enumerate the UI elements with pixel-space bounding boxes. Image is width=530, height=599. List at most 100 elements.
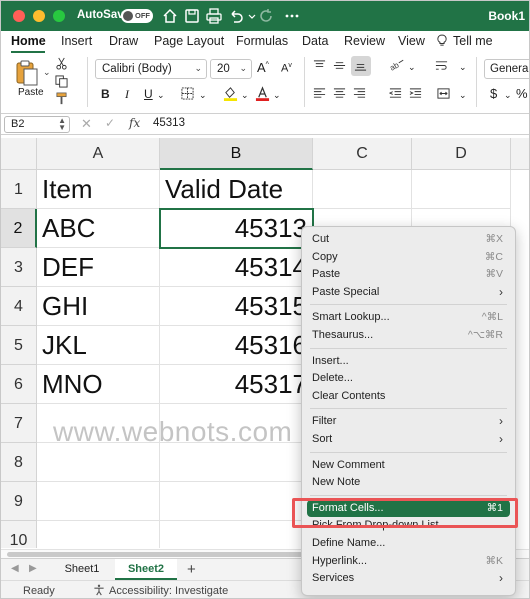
- column-header-a[interactable]: A: [37, 138, 160, 170]
- autosave-toggle[interactable]: OFF: [121, 9, 153, 23]
- menu-item-insert[interactable]: Insert...: [302, 353, 515, 371]
- menu-item-paste-special[interactable]: Paste Special ›: [302, 284, 515, 302]
- column-header-e[interactable]: [511, 138, 529, 170]
- tab-view[interactable]: View: [398, 34, 425, 48]
- currency-button[interactable]: $: [490, 86, 497, 101]
- status-accessibility[interactable]: Accessibility: Investigate: [109, 585, 228, 597]
- zoom-window-button[interactable]: [53, 10, 65, 22]
- menu-item-smart-lookup[interactable]: Smart Lookup... ^⌘L: [302, 309, 515, 327]
- cell-b1[interactable]: Valid Date: [160, 170, 313, 209]
- column-header-b[interactable]: B: [160, 138, 313, 170]
- row-header-1[interactable]: 1: [1, 170, 37, 209]
- align-top-icon[interactable]: [313, 59, 327, 73]
- cell-b10[interactable]: [160, 521, 313, 548]
- italic-button[interactable]: I: [125, 87, 129, 102]
- row-header-5[interactable]: 5: [1, 326, 37, 365]
- underline-button[interactable]: U: [144, 87, 153, 101]
- cell-b5[interactable]: 45316: [160, 326, 313, 365]
- column-header-c[interactable]: C: [313, 138, 412, 170]
- scrollbar-thumb[interactable]: [7, 552, 307, 557]
- accessibility-icon[interactable]: [93, 584, 106, 597]
- increase-indent-icon[interactable]: [409, 87, 423, 101]
- cell-b6[interactable]: 45317: [160, 365, 313, 404]
- wrap-text-icon[interactable]: [435, 59, 449, 73]
- undo-dropdown-icon[interactable]: [243, 7, 256, 25]
- font-size-select[interactable]: 20 ⌄: [210, 59, 252, 79]
- row-header-4[interactable]: 4: [1, 287, 37, 326]
- menu-item-clear-contents[interactable]: Clear Contents: [302, 388, 515, 406]
- cell-b8[interactable]: [160, 443, 313, 482]
- tab-home[interactable]: Home: [11, 34, 46, 48]
- increase-font-size-icon[interactable]: A^: [257, 60, 269, 75]
- align-right-icon[interactable]: [353, 87, 367, 101]
- fill-color-dropdown-icon[interactable]: ⌄: [241, 90, 249, 101]
- row-header-6[interactable]: 6: [1, 365, 37, 404]
- tab-insert[interactable]: Insert: [61, 34, 92, 48]
- column-header-d[interactable]: D: [412, 138, 511, 170]
- font-color-icon[interactable]: [255, 86, 271, 102]
- cell-a9[interactable]: [37, 482, 160, 521]
- cell-b2[interactable]: 45313: [160, 209, 313, 248]
- merge-center-icon[interactable]: [437, 87, 451, 101]
- align-center-icon[interactable]: [333, 87, 347, 101]
- confirm-edit-icon[interactable]: ✓: [105, 116, 115, 130]
- format-painter-icon[interactable]: [55, 92, 69, 106]
- menu-item-paste[interactable]: Paste ⌘V: [302, 266, 515, 284]
- row-header-10[interactable]: 10: [1, 521, 37, 548]
- font-color-dropdown-icon[interactable]: ⌄: [273, 90, 281, 101]
- row-header-8[interactable]: 8: [1, 443, 37, 482]
- sheet-tab-sheet2[interactable]: Sheet2: [115, 559, 177, 580]
- cell-a5[interactable]: JKL: [37, 326, 160, 365]
- tab-page-layout[interactable]: Page Layout: [154, 34, 224, 48]
- cell-a10[interactable]: [37, 521, 160, 548]
- save-icon[interactable]: [183, 7, 201, 25]
- orientation-dropdown-icon[interactable]: ⌄: [408, 62, 416, 73]
- menu-item-pick-from-list[interactable]: Pick From Drop-down List...: [302, 517, 515, 535]
- cell-a6[interactable]: MNO: [37, 365, 160, 404]
- menu-item-services[interactable]: Services ›: [302, 570, 515, 588]
- font-name-select[interactable]: Calibri (Body) ⌄: [95, 59, 207, 79]
- row-header-2[interactable]: 2: [1, 209, 37, 248]
- decrease-indent-icon[interactable]: [388, 87, 403, 101]
- next-sheet-icon[interactable]: ▶: [29, 563, 37, 574]
- paste-icon[interactable]: [15, 59, 39, 87]
- tab-formulas[interactable]: Formulas: [236, 34, 288, 48]
- borders-icon[interactable]: [181, 87, 195, 101]
- cell-a2[interactable]: ABC: [37, 209, 160, 248]
- cancel-edit-icon[interactable]: ✕: [81, 116, 92, 132]
- percent-button[interactable]: %: [516, 86, 528, 101]
- minimize-window-button[interactable]: [33, 10, 45, 22]
- decrease-font-size-icon[interactable]: Av: [281, 62, 292, 75]
- menu-item-new-comment[interactable]: New Comment: [302, 457, 515, 475]
- print-icon[interactable]: [205, 7, 223, 25]
- menu-item-cut[interactable]: Cut ⌘X: [302, 231, 515, 249]
- orientation-icon[interactable]: ab: [388, 59, 407, 73]
- wrap-text-dropdown-icon[interactable]: ⌄: [459, 62, 467, 73]
- redo-icon[interactable]: [257, 7, 275, 25]
- paste-dropdown-icon[interactable]: ⌄: [43, 67, 51, 78]
- menu-item-sort[interactable]: Sort ›: [302, 431, 515, 449]
- copy-icon[interactable]: [55, 75, 69, 89]
- formula-input[interactable]: 45313: [153, 117, 185, 129]
- menu-item-define-name[interactable]: Define Name...: [302, 535, 515, 553]
- tab-tell-me[interactable]: Tell me: [453, 34, 493, 48]
- cell-a1[interactable]: Item: [37, 170, 160, 209]
- fill-color-icon[interactable]: [223, 86, 239, 102]
- currency-dropdown-icon[interactable]: ⌄: [504, 90, 512, 101]
- cell-b9[interactable]: [160, 482, 313, 521]
- borders-dropdown-icon[interactable]: ⌄: [199, 90, 207, 101]
- select-all-corner[interactable]: [1, 138, 37, 170]
- underline-dropdown-icon[interactable]: ⌄: [157, 90, 165, 101]
- align-middle-icon[interactable]: [333, 59, 347, 73]
- cell-a3[interactable]: DEF: [37, 248, 160, 287]
- insert-function-button[interactable]: fx: [129, 116, 140, 130]
- align-bottom-icon[interactable]: [351, 56, 371, 76]
- more-options-icon[interactable]: [283, 7, 301, 25]
- sheet-tab-sheet1[interactable]: Sheet1: [53, 559, 111, 580]
- cell-a4[interactable]: GHI: [37, 287, 160, 326]
- add-sheet-icon[interactable]: +: [187, 561, 196, 578]
- cell-c1[interactable]: [313, 170, 412, 209]
- row-header-7[interactable]: 7: [1, 404, 37, 443]
- cell-b4[interactable]: 45315: [160, 287, 313, 326]
- bold-button[interactable]: B: [101, 87, 110, 101]
